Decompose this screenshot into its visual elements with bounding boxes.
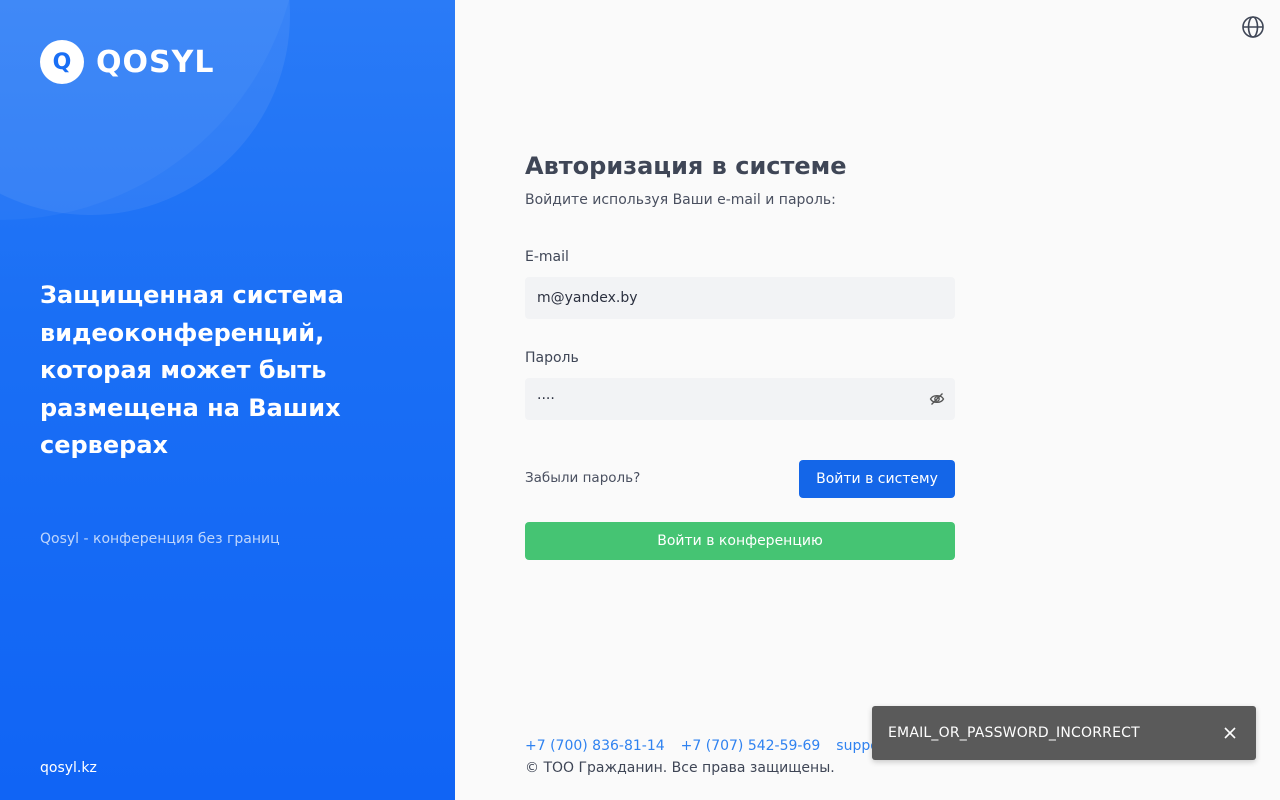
copyright: © ТОО Гражданин. Все права защищены. [525, 760, 835, 776]
password-field[interactable]: ···· [525, 378, 955, 420]
brand-name: QOSYL [96, 44, 215, 80]
logo-letter: Q [52, 49, 72, 75]
error-toast: EMAIL_OR_PASSWORD_INCORRECT [872, 706, 1256, 760]
email-label: E-mail [525, 249, 569, 265]
logo[interactable]: Q QOSYL [40, 40, 214, 84]
login-form-header: Авторизация в системе Войдите используя … [525, 152, 955, 208]
forgot-password-link[interactable]: Забыли пароль? [525, 470, 640, 486]
site-link[interactable]: qosyl.kz [40, 760, 97, 776]
password-label: Пароль [525, 350, 579, 366]
phone-link-2[interactable]: +7 (707) 542-59-69 [681, 738, 821, 754]
eye-off-icon[interactable] [929, 391, 945, 407]
page-subtitle: Войдите используя Ваши e-mail и пароль: [525, 192, 836, 208]
decorative-circle [0, 0, 290, 215]
login-button[interactable]: Войти в систему [799, 460, 955, 498]
email-field[interactable]: m@yandex.by [525, 277, 955, 319]
globe-icon[interactable] [1240, 14, 1266, 40]
logo-icon: Q [40, 40, 84, 84]
phone-link-1[interactable]: +7 (700) 836-81-14 [525, 738, 665, 754]
hero-panel: Q QOSYL Защищенная система видеоконферен… [0, 0, 455, 800]
hero-tagline: Защищенная система видеоконференций, кот… [40, 281, 344, 459]
page-title: Авторизация в системе [525, 152, 847, 180]
toast-message: EMAIL_OR_PASSWORD_INCORRECT [888, 725, 1140, 741]
join-conference-button[interactable]: Войти в конференцию [525, 522, 955, 560]
close-icon[interactable] [1220, 723, 1240, 743]
hero-slogan: Qosyl - конференция без границ [40, 531, 280, 547]
